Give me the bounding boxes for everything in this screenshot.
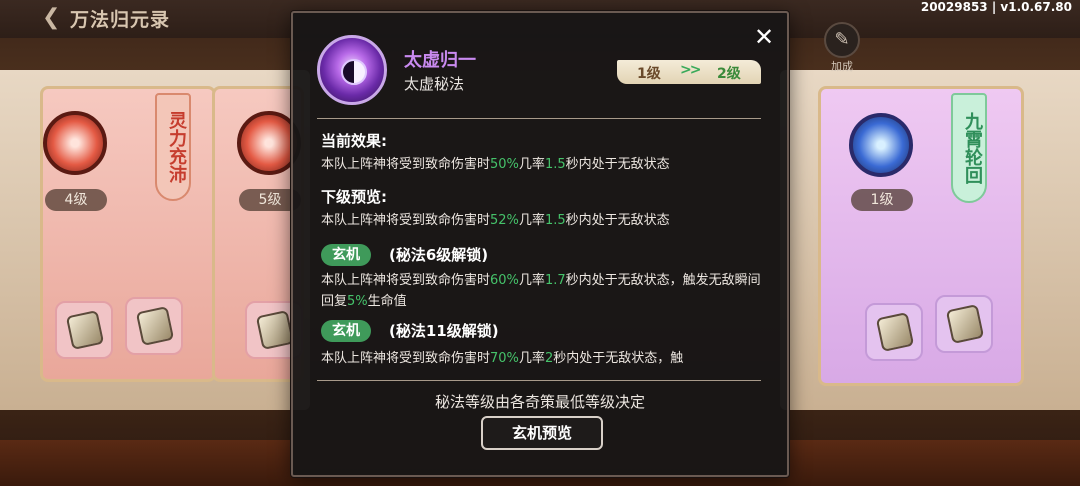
- current-effect-text: 本队上阵神将受到致命伤害时50%几率1.5秒内处于无敌状态: [321, 157, 670, 172]
- artifact-icon: [945, 304, 985, 344]
- shield-icon: [849, 113, 913, 177]
- item-slot[interactable]: [865, 303, 923, 361]
- effect-scroll-area[interactable]: 当前效果: 本队上阵神将受到致命伤害时50%几率1.5秒内处于无敌状态 下级预览…: [319, 126, 765, 380]
- level-upgrade-badge: 1级 >> 2级: [617, 60, 761, 84]
- level-rule-note: 秘法等级由各奇策最低等级决定: [434, 393, 645, 411]
- close-icon[interactable]: ✕: [752, 25, 776, 49]
- card-banner: 九霄轮回: [951, 93, 987, 203]
- build-version: 20029853 | v1.0.67.80: [920, 0, 1072, 14]
- xuanji-badge: 玄机: [321, 320, 371, 342]
- screen-title: 万法归元录: [70, 9, 171, 31]
- xuanji-unlock-condition: (秘法11级解锁): [389, 322, 499, 340]
- card-level: 4级: [45, 189, 107, 211]
- item-slot[interactable]: [55, 301, 113, 359]
- level-from: 1级: [637, 66, 661, 82]
- skill-detail-modal: ✕ 太虚归一 太虚秘法 1级 >> 2级 当前效果: 本队上阵神将受到致命伤害时…: [291, 11, 789, 477]
- divider: [317, 118, 761, 119]
- skill-name: 太虚归一: [404, 50, 476, 71]
- yin-yang-skill-icon: [317, 35, 387, 105]
- bonus-label: 加成: [831, 60, 853, 73]
- card-banner: 灵力充沛: [155, 93, 191, 201]
- scroll-icon: ✎: [824, 22, 860, 58]
- xuanji-effect-text: 本队上阵神将受到致命伤害时70%几率2秒内处于无敌状态，触: [321, 351, 684, 366]
- xuanji-preview-button[interactable]: 玄机预览: [481, 416, 603, 450]
- next-level-title: 下级预览:: [321, 188, 387, 206]
- current-effect-title: 当前效果:: [321, 132, 387, 150]
- item-slot[interactable]: [125, 297, 183, 355]
- strategy-card[interactable]: 4级 灵力充沛: [40, 86, 216, 382]
- xuanji-unlock-condition: (秘法6级解锁): [389, 246, 489, 264]
- item-slot[interactable]: [935, 295, 993, 353]
- skill-type: 太虚秘法: [404, 75, 465, 93]
- double-chevron-icon: >>: [680, 62, 702, 78]
- yin-yang-icon: [341, 59, 367, 85]
- artifact-icon: [135, 306, 175, 346]
- artifact-icon: [255, 310, 295, 350]
- back-arrow-icon[interactable]: ❮: [42, 6, 64, 30]
- artifact-icon: [875, 312, 915, 352]
- divider: [317, 380, 761, 381]
- xuanji-badge: 玄机: [321, 244, 371, 266]
- card-medal-icon: [43, 111, 107, 175]
- level-to: 2级: [717, 66, 741, 82]
- strategy-card[interactable]: 1级 九霄轮回: [818, 86, 1024, 386]
- bonus-button[interactable]: ✎ 加成: [820, 22, 864, 73]
- next-level-text: 本队上阵神将受到致命伤害时52%几率1.5秒内处于无敌状态: [321, 213, 670, 228]
- card-level: 1级: [851, 189, 913, 211]
- xuanji-effect-text: 本队上阵神将受到致命伤害时60%几率1.7秒内处于无敌状态，触发无敌瞬间回复5%…: [321, 273, 761, 309]
- artifact-icon: [65, 310, 105, 350]
